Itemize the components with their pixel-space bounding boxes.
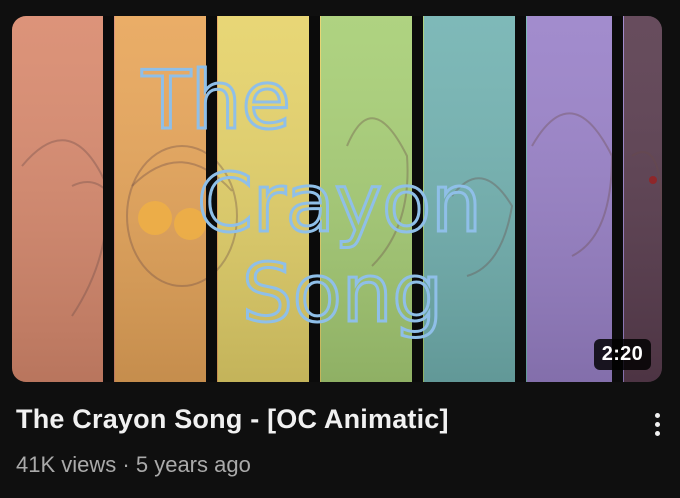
more-vertical-icon (654, 412, 660, 418)
thumbnail-title-line: Song (242, 247, 443, 340)
video-thumbnail[interactable]: The Crayon Song 2:20 (12, 16, 662, 382)
meta-separator: · (122, 452, 130, 477)
thumbnail-divider-bar (612, 16, 623, 382)
video-metadata: 41K views · 5 years ago (16, 452, 251, 478)
thumbnail-artwork: The CrayonSong (12, 16, 662, 382)
thumbnail-title-line: The (141, 54, 291, 147)
more-vertical-icon-dot (654, 421, 660, 427)
more-options-button[interactable] (640, 404, 674, 444)
thumbnail-title-line: Crayon (197, 157, 482, 250)
upload-age: 5 years ago (135, 452, 251, 477)
duration-badge: 2:20 (593, 339, 651, 370)
thumbnail-divider-bar (103, 16, 114, 382)
thumbnail-divider-bar (515, 16, 526, 382)
video-card[interactable]: The Crayon Song 2:20 The Crayon Song - [OC… (0, 0, 680, 498)
view-count: 41K views (16, 452, 117, 477)
more-vertical-icon-dot (654, 430, 660, 436)
video-title[interactable]: The Crayon Song - [OC Animatic] (16, 404, 616, 435)
